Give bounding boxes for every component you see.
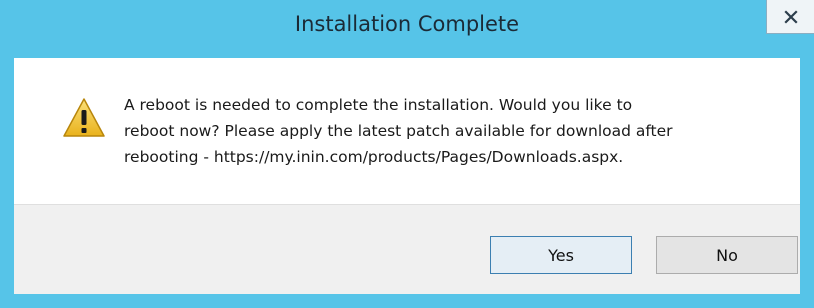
warning-icon xyxy=(63,98,105,137)
close-icon xyxy=(783,9,798,24)
title-bar[interactable]: Installation Complete xyxy=(0,0,814,58)
dialog-content: A reboot is needed to complete the insta… xyxy=(14,58,800,204)
window-bottom-border xyxy=(0,294,814,308)
dialog-title: Installation Complete xyxy=(294,12,520,36)
no-button[interactable]: No xyxy=(656,236,798,274)
dialog-message: A reboot is needed to complete the insta… xyxy=(124,96,673,166)
close-button[interactable] xyxy=(766,0,814,34)
yes-button[interactable]: Yes xyxy=(490,236,632,274)
dialog-button-bar: Yes No xyxy=(14,204,800,294)
installation-complete-dialog: Installation Complete A reboot is needed… xyxy=(0,0,814,308)
